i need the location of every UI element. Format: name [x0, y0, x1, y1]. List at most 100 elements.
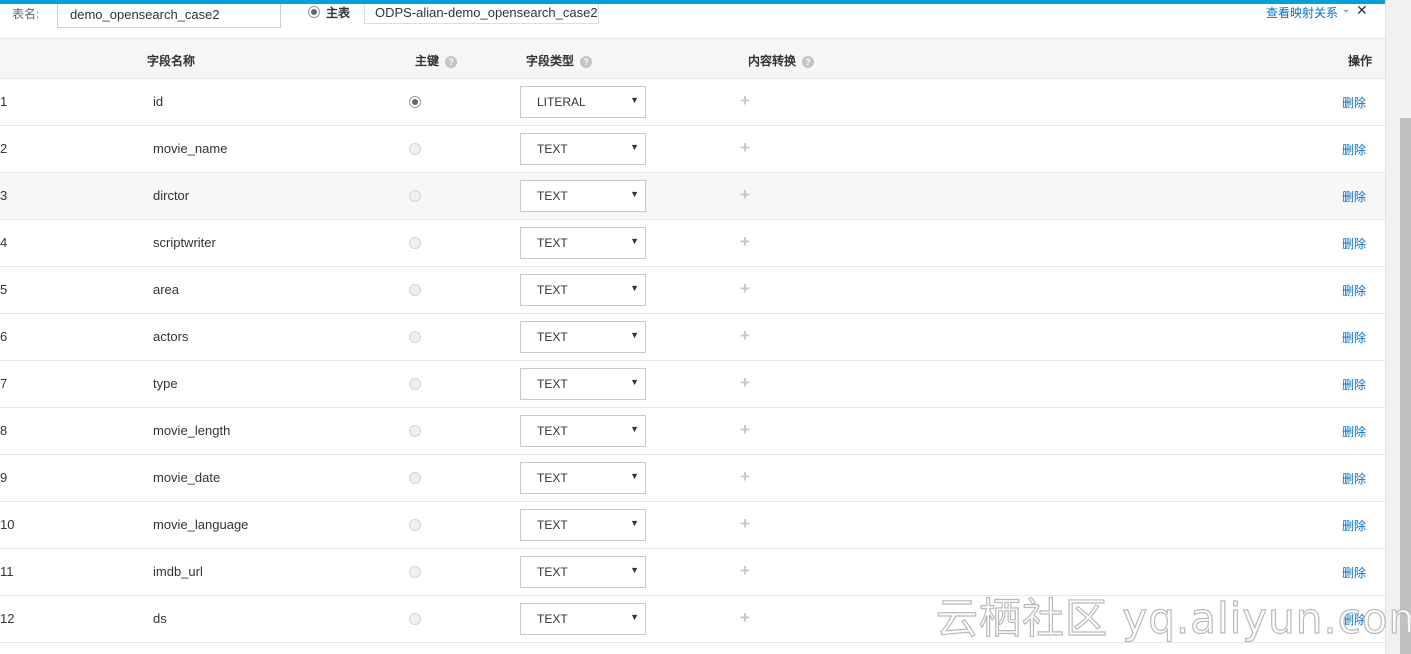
header-content-conversion: 内容转换?: [748, 52, 815, 69]
main-table-label: 主表: [326, 6, 351, 20]
field-name: scriptwriter: [153, 235, 216, 250]
field-type-value: TEXT: [537, 236, 568, 250]
add-conversion-icon[interactable]: +: [740, 609, 750, 626]
primary-key-radio[interactable]: [409, 331, 421, 343]
field-name: ds: [153, 611, 167, 626]
chevron-down-icon: ▼: [630, 518, 639, 528]
primary-key-radio[interactable]: [409, 190, 421, 202]
field-type-select[interactable]: TEXT ▼: [520, 321, 646, 353]
chevron-down-icon: ▼: [630, 471, 639, 481]
add-conversion-icon[interactable]: +: [740, 92, 750, 109]
primary-key-radio[interactable]: [409, 237, 421, 249]
field-table: 字段名称 主键? 字段类型? 内容转换? 操作 1 id LITERAL ▼ + 删除 2 m…: [0, 38, 1385, 643]
primary-key-radio[interactable]: [409, 519, 421, 531]
main-table-radio[interactable]: [308, 6, 320, 18]
primary-key-radio[interactable]: [409, 96, 421, 108]
chevron-down-icon: ▼: [630, 565, 639, 575]
chevron-down-icon: ▼: [630, 424, 639, 434]
field-name: area: [153, 282, 180, 297]
delete-link[interactable]: 删除: [1342, 423, 1366, 440]
add-conversion-icon[interactable]: +: [740, 421, 750, 438]
table-row: 4 scriptwriter TEXT ▼ + 删除: [0, 220, 1385, 267]
help-icon[interactable]: ?: [445, 56, 458, 68]
delete-link[interactable]: 删除: [1342, 282, 1366, 299]
row-number: 6: [0, 329, 8, 344]
row-number: 4: [0, 235, 8, 250]
primary-key-radio[interactable]: [409, 566, 421, 578]
primary-key-radio[interactable]: [409, 284, 421, 296]
table-row: 9 movie_date TEXT ▼ + 删除: [0, 455, 1385, 502]
primary-key-radio[interactable]: [409, 613, 421, 625]
field-type-select[interactable]: TEXT ▼: [520, 368, 646, 400]
table-config-bar: 表名: demo_opensearch_case2 主表 ODPS-alian-…: [0, 2, 1385, 38]
table-row: 10 movie_language TEXT ▼ + 删除: [0, 502, 1385, 549]
primary-key-radio[interactable]: [409, 425, 421, 437]
delete-link[interactable]: 删除: [1342, 235, 1366, 252]
delete-link[interactable]: 删除: [1342, 611, 1366, 628]
add-conversion-icon[interactable]: +: [740, 515, 750, 532]
add-conversion-icon[interactable]: +: [740, 280, 750, 297]
source-table-field[interactable]: ODPS-alian-demo_opensearch_case2: [364, 4, 599, 24]
table-name-label: 表名:: [12, 7, 40, 21]
chevron-down-icon: ▼: [630, 189, 639, 199]
help-icon[interactable]: ?: [580, 56, 593, 68]
field-type-select[interactable]: TEXT ▼: [520, 180, 646, 212]
header-action: 操作: [1348, 54, 1373, 68]
scrollbar-thumb[interactable]: [1400, 118, 1411, 654]
field-name: movie_name: [153, 141, 228, 156]
add-conversion-icon[interactable]: +: [740, 468, 750, 485]
delete-link[interactable]: 删除: [1342, 517, 1366, 534]
chevron-down-icon: ▼: [630, 95, 639, 105]
field-name: type: [153, 376, 178, 391]
add-conversion-icon[interactable]: +: [740, 327, 750, 344]
table-row: 1 id LITERAL ▼ + 删除: [0, 79, 1385, 126]
field-type-select[interactable]: TEXT ▼: [520, 556, 646, 588]
delete-link[interactable]: 删除: [1342, 329, 1366, 346]
primary-key-radio[interactable]: [409, 472, 421, 484]
field-name: movie_length: [153, 423, 231, 438]
chevron-down-icon[interactable]: ⌄: [1342, 4, 1350, 15]
chevron-down-icon: ▼: [630, 283, 639, 293]
primary-key-radio[interactable]: [409, 378, 421, 390]
primary-key-radio[interactable]: [409, 143, 421, 155]
delete-link[interactable]: 删除: [1342, 470, 1366, 487]
header-primary-key: 主键?: [415, 52, 458, 69]
delete-link[interactable]: 删除: [1342, 141, 1366, 158]
add-conversion-icon[interactable]: +: [740, 562, 750, 579]
delete-link[interactable]: 删除: [1342, 564, 1366, 581]
add-conversion-icon[interactable]: +: [740, 139, 750, 156]
table-name-input[interactable]: demo_opensearch_case2: [57, 4, 281, 28]
row-number: 7: [0, 376, 8, 391]
field-type-value: TEXT: [537, 283, 568, 297]
add-conversion-icon[interactable]: +: [740, 374, 750, 391]
row-number: 3: [0, 188, 8, 203]
add-conversion-icon[interactable]: +: [740, 233, 750, 250]
field-type-value: TEXT: [537, 471, 568, 485]
add-conversion-icon[interactable]: +: [740, 186, 750, 203]
view-mapping-link[interactable]: 查看映射关系: [1266, 4, 1338, 21]
field-type-select[interactable]: TEXT ▼: [520, 274, 646, 306]
delete-link[interactable]: 删除: [1342, 94, 1366, 111]
field-type-select[interactable]: TEXT ▼: [520, 227, 646, 259]
field-type-select[interactable]: LITERAL ▼: [520, 86, 646, 118]
chevron-down-icon: ▼: [630, 612, 639, 622]
close-icon[interactable]: ✕: [1356, 2, 1368, 19]
field-type-select[interactable]: TEXT ▼: [520, 462, 646, 494]
table-row: 6 actors TEXT ▼ + 删除: [0, 314, 1385, 361]
row-number: 12: [0, 611, 15, 626]
field-type-select[interactable]: TEXT ▼: [520, 415, 646, 447]
field-type-select[interactable]: TEXT ▼: [520, 509, 646, 541]
field-type-value: TEXT: [537, 565, 568, 579]
field-type-value: TEXT: [537, 377, 568, 391]
table-body: 1 id LITERAL ▼ + 删除 2 movie_name TEXT ▼ + 删除 3 dircto…: [0, 79, 1385, 643]
field-type-select[interactable]: TEXT ▼: [520, 603, 646, 635]
help-icon[interactable]: ?: [802, 56, 815, 68]
field-type-value: TEXT: [537, 424, 568, 438]
field-type-select[interactable]: TEXT ▼: [520, 133, 646, 165]
delete-link[interactable]: 删除: [1342, 188, 1366, 205]
row-number: 11: [0, 564, 14, 579]
delete-link[interactable]: 删除: [1342, 376, 1366, 393]
field-type-value: TEXT: [537, 189, 568, 203]
row-number: 9: [0, 470, 8, 485]
field-type-value: LITERAL: [537, 95, 586, 109]
